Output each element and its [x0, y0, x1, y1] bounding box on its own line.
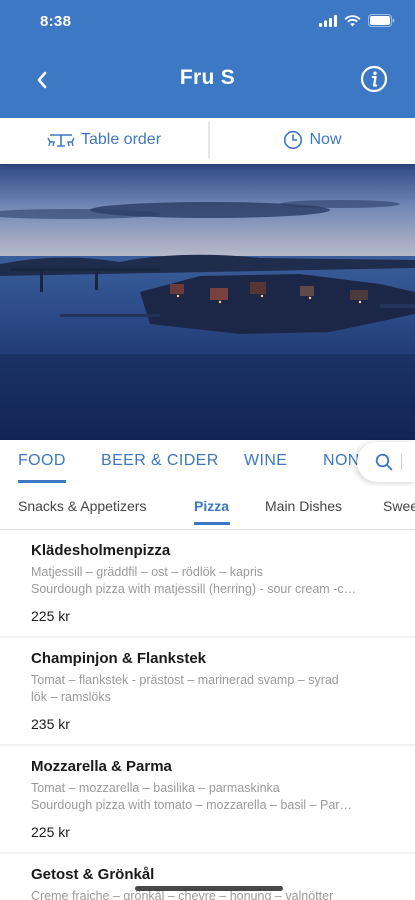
- menu-item-description: Matjessill – gräddfil – ost – rödlök – k…: [31, 565, 357, 596]
- search-icon: [375, 453, 393, 471]
- battery-icon: [368, 14, 395, 27]
- clock-icon: [284, 130, 303, 150]
- hero-image: [0, 164, 415, 440]
- menu-item-name: Mozzarella & Parma: [31, 758, 172, 775]
- order-time-label: Now: [309, 131, 342, 148]
- menu-list: Klädesholmenpizza Matjessill – gräddfil …: [0, 530, 415, 900]
- subtab-pizza[interactable]: Pizza: [194, 498, 229, 514]
- tab-wine[interactable]: WINE: [244, 452, 287, 470]
- subtab-main-dishes[interactable]: Main Dishes: [265, 498, 342, 514]
- search-divider: [401, 454, 402, 470]
- menu-item-price: 225 kr: [31, 608, 70, 624]
- signal-icon: [319, 14, 337, 27]
- menu-item[interactable]: Klädesholmenpizza Matjessill – gräddfil …: [0, 530, 415, 636]
- menu-item[interactable]: Mozzarella & Parma Tomat – mozzarella – …: [0, 746, 415, 852]
- tab-beer-cider[interactable]: BEER & CIDER: [101, 452, 219, 470]
- subtab-snacks-appetizers[interactable]: Snacks & Appetizers: [18, 498, 146, 514]
- order-time-button[interactable]: Now: [210, 118, 415, 162]
- table-order-button[interactable]: Table order: [0, 118, 208, 162]
- menu-item-description: Tomat – flankstek - prästost – marinerad…: [31, 673, 339, 704]
- menu-item-name: Getost & Grönkål: [31, 866, 155, 883]
- tab-food[interactable]: FOOD: [18, 452, 66, 470]
- table-order-label: Table order: [80, 131, 162, 148]
- tab-food-underline: [18, 480, 66, 483]
- menu-item-price: 225 kr: [31, 824, 70, 840]
- order-bar: Table order Now: [0, 118, 415, 164]
- home-indicator: [135, 886, 283, 891]
- tab-non-alcoholic[interactable]: NON: [323, 452, 360, 470]
- subcategory-tabs: Snacks & Appetizers Pizza Main Dishes Sw…: [0, 486, 415, 530]
- menu-item-price: 235 kr: [31, 716, 70, 732]
- wifi-icon: [344, 14, 361, 26]
- subtab-pizza-underline: [194, 522, 230, 525]
- status-icons: [319, 14, 395, 27]
- status-bar: 8:38: [0, 0, 415, 44]
- status-time: 8:38: [40, 13, 72, 30]
- menu-item[interactable]: Champinjon & Flankstek Tomat – flankstek…: [0, 638, 415, 744]
- page-title: Fru S: [179, 66, 236, 89]
- search-button[interactable]: [357, 442, 415, 482]
- table-icon: [47, 134, 75, 147]
- nav-bar: Fru S: [0, 44, 415, 118]
- subtab-sweets[interactable]: Swee: [383, 498, 415, 514]
- category-tabs: FOOD BEER & CIDER WINE NON: [0, 440, 415, 486]
- info-icon: [360, 65, 388, 93]
- menu-item[interactable]: Getost & Grönkål Creme fraiche – grönkål…: [0, 854, 415, 900]
- menu-item-name: Klädesholmenpizza: [31, 542, 171, 559]
- harbor-photo: [0, 164, 415, 440]
- menu-item-name: Champinjon & Flankstek: [31, 650, 207, 667]
- info-button[interactable]: [360, 65, 388, 93]
- menu-item-description: Tomat – mozzarella – basilika – parmaski…: [31, 781, 352, 812]
